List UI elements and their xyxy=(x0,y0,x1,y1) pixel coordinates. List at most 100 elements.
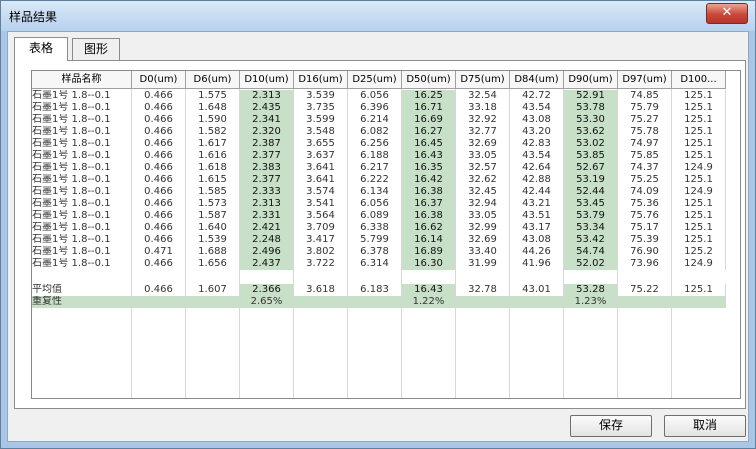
table-cell: 75.17 xyxy=(618,222,672,234)
table-cell: 1.656 xyxy=(186,258,240,270)
table-cell: 1.688 xyxy=(186,246,240,258)
column-header[interactable]: D25(um) xyxy=(348,71,402,89)
table-cell: 1.607 xyxy=(186,284,240,296)
row-label: 石墨1号 1.8--0.1 xyxy=(32,186,132,198)
table-cell: 75.22 xyxy=(618,284,672,296)
table-cell: 16.25 xyxy=(402,90,456,102)
table-row[interactable]: 石墨1号 1.8--0.1 0.466 1.616 2.377 3.637 6.188 16… xyxy=(32,150,726,162)
table-row[interactable]: 石墨1号 1.8--0.1 0.466 1.648 2.435 3.735 6.396 16… xyxy=(32,102,726,114)
column-header[interactable]: D10(um) xyxy=(240,71,294,89)
table-cell: 16.43 xyxy=(402,150,456,162)
table-row[interactable]: 石墨1号 1.8--0.1 0.466 1.575 2.313 3.539 6.056 16… xyxy=(32,90,726,102)
table-cell: 2.65% xyxy=(240,296,294,308)
table-cell: 6.314 xyxy=(348,258,402,270)
column-header[interactable]: D75(um) xyxy=(456,71,510,89)
table-cell: 0.466 xyxy=(132,114,186,126)
table-row[interactable]: 石墨1号 1.8--0.1 0.466 1.618 2.383 3.641 6.217 16… xyxy=(32,162,726,174)
column-header[interactable]: D90(um) xyxy=(564,71,618,89)
table-cell: 16.45 xyxy=(402,138,456,150)
table-cell: 43.01 xyxy=(510,284,564,296)
column-header[interactable]: D100... xyxy=(672,71,726,89)
table-cell xyxy=(294,296,348,308)
table-cell: 1.590 xyxy=(186,114,240,126)
table-cell: 3.641 xyxy=(294,162,348,174)
column-header[interactable]: D6(um) xyxy=(186,71,240,89)
table-cell: 43.54 xyxy=(510,150,564,162)
column-header[interactable]: D97(um) xyxy=(618,71,672,89)
table-cell: 52.44 xyxy=(564,186,618,198)
row-label: 石墨1号 1.8--0.1 xyxy=(32,90,132,102)
row-label: 平均值 xyxy=(32,284,132,296)
table-cell: 3.541 xyxy=(294,198,348,210)
title-bar[interactable]: 样品结果 ✕ xyxy=(1,1,755,31)
table-cell: 75.79 xyxy=(618,102,672,114)
repeatability-row[interactable]: 重复性 2.65% 1.22% 1.23% xyxy=(32,296,726,308)
row-label: 石墨1号 1.8--0.1 xyxy=(32,150,132,162)
column-header[interactable]: D50(um) xyxy=(402,71,456,89)
table-cell: 125.1 xyxy=(672,138,726,150)
table-row[interactable]: 石墨1号 1.8--0.1 0.466 1.573 2.313 3.541 6.056 16… xyxy=(32,198,726,210)
table-cell: 16.35 xyxy=(402,162,456,174)
column-header[interactable]: D0(um) xyxy=(132,71,186,89)
table-cell: 0.466 xyxy=(132,102,186,114)
column-header[interactable]: D16(um) xyxy=(294,71,348,89)
table-cell: 76.90 xyxy=(618,246,672,258)
table-cell: 75.36 xyxy=(618,198,672,210)
table-cell: 16.71 xyxy=(402,102,456,114)
table-cell: 16.38 xyxy=(402,186,456,198)
column-header[interactable]: D84(um) xyxy=(510,71,564,89)
table-cell: 52.02 xyxy=(564,258,618,270)
table-row[interactable]: 石墨1号 1.8--0.1 0.466 1.617 2.387 3.655 6.256 16… xyxy=(32,138,726,150)
results-grid[interactable]: 样品名称 D0(um) D6(um) D10(um) D16(um) D25(um) D50… xyxy=(31,70,741,399)
column-header[interactable]: 样品名称 xyxy=(32,71,132,89)
table-cell: 3.417 xyxy=(294,234,348,246)
table-row[interactable]: 石墨1号 1.8--0.1 0.466 1.640 2.421 3.709 6.338 16… xyxy=(32,222,726,234)
table-row[interactable]: 石墨1号 1.8--0.1 0.466 1.656 2.437 3.722 6.314 16… xyxy=(32,258,726,270)
average-row[interactable]: 平均值 0.466 1.607 2.366 3.618 6.183 16.43 32.78 43… xyxy=(32,284,726,296)
table-row[interactable]: 石墨1号 1.8--0.1 0.466 1.615 2.377 3.641 6.222 16… xyxy=(32,174,726,186)
row-label: 石墨1号 1.8--0.1 xyxy=(32,210,132,222)
table-cell xyxy=(348,296,402,308)
table-cell: 6.056 xyxy=(348,198,402,210)
table-cell: 53.78 xyxy=(564,102,618,114)
table-cell: 1.539 xyxy=(186,234,240,246)
close-button[interactable]: ✕ xyxy=(706,3,748,24)
table-cell: 2.248 xyxy=(240,234,294,246)
table-cell: 43.51 xyxy=(510,210,564,222)
table-row[interactable]: 石墨1号 1.8--0.1 0.466 1.590 2.341 3.599 6.214 16… xyxy=(32,114,726,126)
table-cell: 32.92 xyxy=(456,114,510,126)
table-cell: 2.377 xyxy=(240,150,294,162)
table-cell: 53.42 xyxy=(564,234,618,246)
table-cell: 6.256 xyxy=(348,138,402,150)
table-cell xyxy=(132,296,186,308)
save-button[interactable]: 保存 xyxy=(570,415,652,437)
table-cell: 33.18 xyxy=(456,102,510,114)
table-cell xyxy=(186,296,240,308)
table-cell: 53.62 xyxy=(564,126,618,138)
tab-table[interactable]: 表格 xyxy=(14,37,68,61)
table-cell: 74.85 xyxy=(618,90,672,102)
table-cell: 43.20 xyxy=(510,126,564,138)
table-cell: 75.85 xyxy=(618,150,672,162)
table-cell: 6.183 xyxy=(348,284,402,296)
tab-graph[interactable]: 图形 xyxy=(72,38,120,60)
table-row[interactable]: 石墨1号 1.8--0.1 0.466 1.582 2.320 3.548 6.082 16… xyxy=(32,126,726,138)
table-row[interactable]: 石墨1号 1.8--0.1 0.466 1.539 2.248 3.417 5.799 16… xyxy=(32,234,726,246)
cancel-button[interactable]: 取消 xyxy=(664,415,746,437)
table-cell: 53.45 xyxy=(564,198,618,210)
table-row[interactable]: 石墨1号 1.8--0.1 0.471 1.688 2.496 3.802 6.378 16… xyxy=(32,246,726,258)
table-cell: 32.77 xyxy=(456,126,510,138)
table-row[interactable]: 石墨1号 1.8--0.1 0.466 1.585 2.333 3.574 6.134 16… xyxy=(32,186,726,198)
table-cell: 3.564 xyxy=(294,210,348,222)
table-cell: 52.67 xyxy=(564,162,618,174)
table-cell: 3.709 xyxy=(294,222,348,234)
table-cell: 2.331 xyxy=(240,210,294,222)
table-cell: 6.222 xyxy=(348,174,402,186)
table-cell xyxy=(672,296,726,308)
table-cell: 43.21 xyxy=(510,198,564,210)
row-label: 石墨1号 1.8--0.1 xyxy=(32,162,132,174)
table-cell xyxy=(510,296,564,308)
table-row[interactable]: 石墨1号 1.8--0.1 0.466 1.587 2.331 3.564 6.089 16… xyxy=(32,210,726,222)
table-cell: 16.14 xyxy=(402,234,456,246)
table-cell: 0.466 xyxy=(132,234,186,246)
